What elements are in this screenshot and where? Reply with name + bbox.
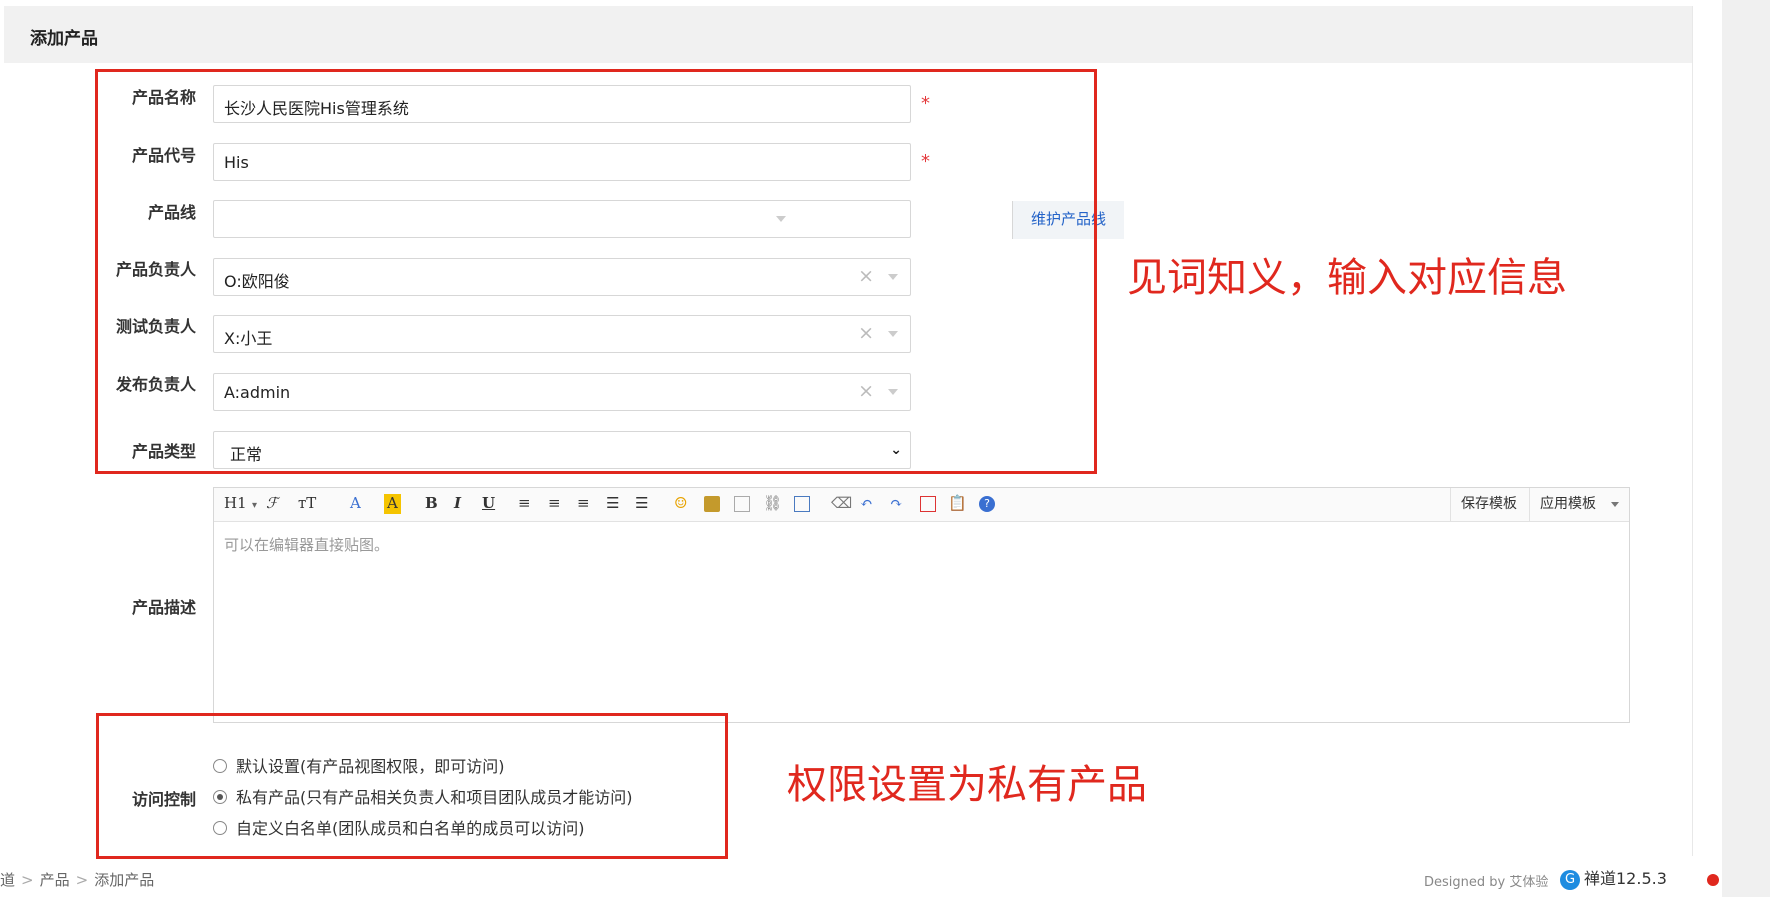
breadcrumb-separator: > <box>21 871 34 889</box>
zentao-logo-icon: G <box>1560 869 1580 890</box>
footer: 道 > 产品 > 添加产品 Designed by 艾体验 G 禅道12.5.3 <box>0 857 1770 897</box>
breadcrumb-item: 添加产品 <box>94 871 155 889</box>
underline-icon[interactable]: U <box>482 494 495 514</box>
chevron-down-icon <box>1611 502 1619 507</box>
annotation-box-acl <box>96 713 728 859</box>
heading-button[interactable]: H1 <box>224 494 247 514</box>
save-template-button[interactable]: 保存模板 <box>1450 488 1529 521</box>
ordered-list-icon[interactable]: ☰ <box>606 494 619 514</box>
right-scroll-area <box>1722 0 1770 897</box>
redo-icon[interactable]: ↷ <box>890 494 903 514</box>
product-desc-label: 产品描述 <box>131 598 196 617</box>
italic-icon[interactable]: I <box>454 494 461 514</box>
annotation-text-acl: 权限设置为私有产品 <box>787 762 1147 808</box>
image-icon[interactable] <box>704 496 720 512</box>
editor-placeholder: 可以在编辑器直接贴图。 <box>224 536 390 554</box>
annotation-box-info <box>95 69 1097 474</box>
version-info[interactable]: G 禅道12.5.3 <box>1560 865 1719 890</box>
emoji-icon[interactable]: ☺ <box>674 494 687 514</box>
editor-toolbar: H1 ▾ ℱ ᴛT A A B I U ≡ ≡ ≡ ☰ ☰ ☺ ⛓ ⌫ ↶ ↷ … <box>214 488 1629 522</box>
highlight-icon[interactable]: A <box>384 494 401 514</box>
panel-header: 添加产品 <box>4 6 1692 63</box>
apply-template-button[interactable]: 应用模板 <box>1529 488 1629 521</box>
eraser-icon[interactable]: ⌫ <box>831 494 852 514</box>
undo-icon[interactable]: ↶ <box>860 494 873 514</box>
breadcrumb-item[interactable]: 道 <box>0 871 15 889</box>
chevron-down-icon: ▾ <box>252 500 258 511</box>
breadcrumb: 道 > 产品 > 添加产品 <box>0 869 154 890</box>
version-text: 禅道12.5.3 <box>1584 869 1667 888</box>
clipboard-icon[interactable]: 📋 <box>948 494 967 514</box>
align-center-icon[interactable]: ≡ <box>548 494 561 514</box>
page-title: 添加产品 <box>30 29 98 49</box>
apply-template-label: 应用模板 <box>1540 496 1596 512</box>
align-right-icon[interactable]: ≡ <box>577 494 590 514</box>
font-size-icon[interactable]: ᴛT <box>298 494 316 514</box>
font-color-icon[interactable]: A <box>350 494 361 514</box>
link-icon[interactable]: ⛓ <box>763 494 782 514</box>
code-icon[interactable] <box>734 496 750 512</box>
table-icon[interactable] <box>794 496 810 512</box>
help-icon[interactable]: ? <box>979 496 995 512</box>
breadcrumb-item[interactable]: 产品 <box>40 871 70 889</box>
breadcrumb-separator: > <box>75 871 89 889</box>
unordered-list-icon[interactable]: ☰ <box>635 494 648 514</box>
designed-by[interactable]: Designed by 艾体验 <box>1424 871 1548 890</box>
rich-text-editor[interactable]: H1 ▾ ℱ ᴛT A A B I U ≡ ≡ ≡ ☰ ☰ ☺ ⛓ ⌫ ↶ ↷ … <box>213 487 1630 723</box>
annotation-text-info: 见词知义，输入对应信息 <box>1127 255 1567 301</box>
font-family-icon[interactable]: ℱ <box>266 494 278 514</box>
notification-badge[interactable] <box>1706 873 1719 886</box>
bold-icon[interactable]: B <box>425 494 438 514</box>
fullscreen-icon[interactable] <box>920 496 936 512</box>
align-left-icon[interactable]: ≡ <box>518 494 531 514</box>
